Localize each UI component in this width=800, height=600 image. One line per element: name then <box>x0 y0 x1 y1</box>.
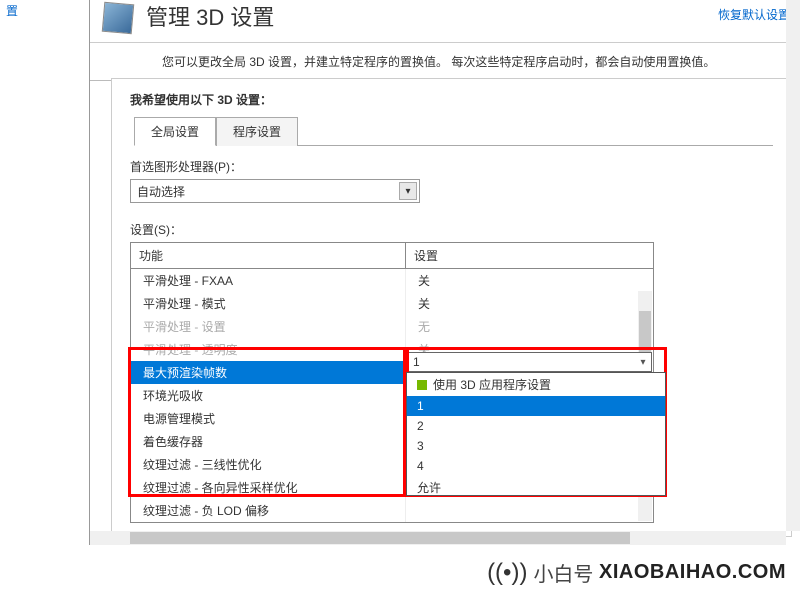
value-combobox-text: 1 <box>413 355 420 369</box>
page-title: 管理 3D 设置 <box>146 0 718 32</box>
chevron-down-icon: ▾ <box>635 353 651 371</box>
restore-defaults-link[interactable]: 恢复默认设置 <box>718 6 790 23</box>
dropdown-option[interactable]: 2 <box>407 416 665 436</box>
header: 管理 3D 设置 恢复默认设置 <box>90 0 800 43</box>
brand-footer: ((•)) 小白号 XIAOBAIHAO.COM <box>0 545 800 600</box>
content-area: 我希望使用以下 3D 设置： 全局设置 程序设置 首选图形处理器(P)： 自动选… <box>111 78 792 537</box>
col-feature: 功能 <box>131 243 406 268</box>
gpu-dropdown[interactable]: 自动选择 ▾ <box>130 179 420 203</box>
vertical-scrollbar[interactable] <box>786 0 800 531</box>
broadcast-icon: ((•)) <box>487 559 527 587</box>
tab-global[interactable]: 全局设置 <box>134 117 216 146</box>
settings-3d-icon <box>100 0 136 36</box>
nav-item-truncated[interactable]: 置 <box>0 0 89 21</box>
settings-table: 功能 设置 平滑处理 - FXAA关 平滑处理 - 模式关 平滑处理 - 设置无… <box>130 242 654 523</box>
table-header: 功能 设置 <box>131 243 653 269</box>
dropdown-option[interactable]: 允许 <box>407 476 665 496</box>
main-panel: 管理 3D 设置 恢复默认设置 您可以更改全局 3D 设置，并建立特定程序的置换… <box>90 0 800 545</box>
tab-program[interactable]: 程序设置 <box>216 117 298 146</box>
brand-name: 小白号 <box>533 558 593 587</box>
gpu-dropdown-value: 自动选择 <box>137 183 185 200</box>
settings-label: 设置(S)： <box>130 221 773 238</box>
dropdown-option[interactable]: 使用 3D 应用程序设置 <box>407 373 665 396</box>
col-value: 设置 <box>406 243 653 268</box>
gpu-label: 首选图形处理器(P)： <box>130 158 773 175</box>
horizontal-scrollbar[interactable] <box>90 531 786 545</box>
table-row[interactable]: 纹理过滤 - 负 LOD 偏移 <box>131 499 653 522</box>
dropdown-option[interactable]: 4 <box>407 456 665 476</box>
dropdown-option-selected[interactable]: 1 <box>407 396 665 416</box>
brand-domain: XIAOBAIHAO.COM <box>599 561 786 584</box>
dropdown-option[interactable]: 3 <box>407 436 665 456</box>
left-sidebar: 置 <box>0 0 90 545</box>
section-label: 我希望使用以下 3D 设置： <box>130 91 773 108</box>
table-body: 平滑处理 - FXAA关 平滑处理 - 模式关 平滑处理 - 设置无 平滑处理 … <box>131 269 653 522</box>
chevron-down-icon: ▾ <box>399 182 417 200</box>
table-row[interactable]: 平滑处理 - 模式关 <box>131 292 653 315</box>
value-combobox[interactable]: 1 ▾ <box>406 352 652 372</box>
table-row[interactable]: 平滑处理 - FXAA关 <box>131 269 653 292</box>
table-row[interactable]: 平滑处理 - 设置无 <box>131 315 653 338</box>
nvidia-icon <box>417 380 427 390</box>
description-text: 您可以更改全局 3D 设置，并建立特定程序的置换值。 每次这些特定程序启动时，都… <box>90 43 800 81</box>
tab-bar: 全局设置 程序设置 <box>134 116 773 146</box>
scrollbar-thumb[interactable] <box>130 532 630 544</box>
value-dropdown-list[interactable]: 使用 3D 应用程序设置 1 2 3 4 允许 <box>406 372 666 496</box>
